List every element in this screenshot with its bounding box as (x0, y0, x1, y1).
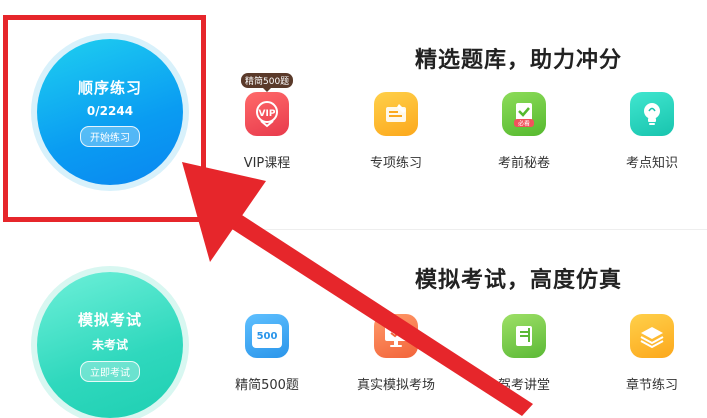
exam-paper-icon: 必看 (502, 92, 546, 136)
start-exam-button[interactable]: 立即考试 (80, 360, 140, 382)
mock-exam-headline: 模拟考试，高度仿真 (415, 268, 623, 293)
chapter-practice-label: 章节练习 (625, 378, 678, 393)
vip-course-label: VIP课程 (243, 156, 291, 171)
real-mock-exam-label: 真实模拟考场 (356, 378, 435, 393)
simplified-500-item[interactable]: 500 精简500题 (217, 314, 317, 393)
layers-icon (630, 314, 674, 358)
badge-500-questions: 精简500题 (241, 73, 294, 92)
chapter-practice-item[interactable]: 章节练习 (602, 314, 702, 393)
lightbulb-icon (630, 92, 674, 136)
practice-headline: 精选题库，助力冲分 (415, 48, 623, 73)
special-practice-item[interactable]: 专项练习 (346, 92, 446, 171)
driving-lecture-label: 驾考讲堂 (497, 378, 550, 393)
vip-course-item[interactable]: VIP VIP课程 (217, 92, 317, 171)
book-icon (502, 314, 546, 358)
real-mock-exam-item[interactable]: 真实模拟考场 (346, 314, 446, 393)
monitor-icon (374, 314, 418, 358)
mock-exam-title: 模拟考试 (77, 310, 142, 329)
svg-text:必看: 必看 (518, 120, 530, 128)
annotation-highlight-box (3, 15, 206, 222)
edit-note-icon (374, 92, 418, 136)
vip-icon: VIP (245, 92, 289, 136)
knowledge-point-label: 考点知识 (625, 156, 678, 171)
500-icon-text: 500 (256, 330, 278, 342)
pre-exam-paper-label: 考前秘卷 (497, 156, 550, 171)
driving-lecture-item[interactable]: 驾考讲堂 (474, 314, 574, 393)
mock-exam-section: 模拟考试 未考试 立即考试 模拟考试，高度仿真 500 精简500题 真实模拟考… (0, 230, 707, 418)
svg-text:VIP: VIP (259, 109, 276, 119)
mock-exam-status: 未考试 (91, 337, 128, 352)
knowledge-point-item[interactable]: 考点知识 (602, 92, 702, 171)
simplified-500-label: 精简500题 (235, 378, 299, 393)
pre-exam-paper-item[interactable]: 必看 考前秘卷 (474, 92, 574, 171)
mock-exam-circle[interactable]: 模拟考试 未考试 立即考试 (37, 272, 183, 418)
500-questions-icon: 500 (245, 314, 289, 358)
special-practice-label: 专项练习 (369, 156, 422, 171)
